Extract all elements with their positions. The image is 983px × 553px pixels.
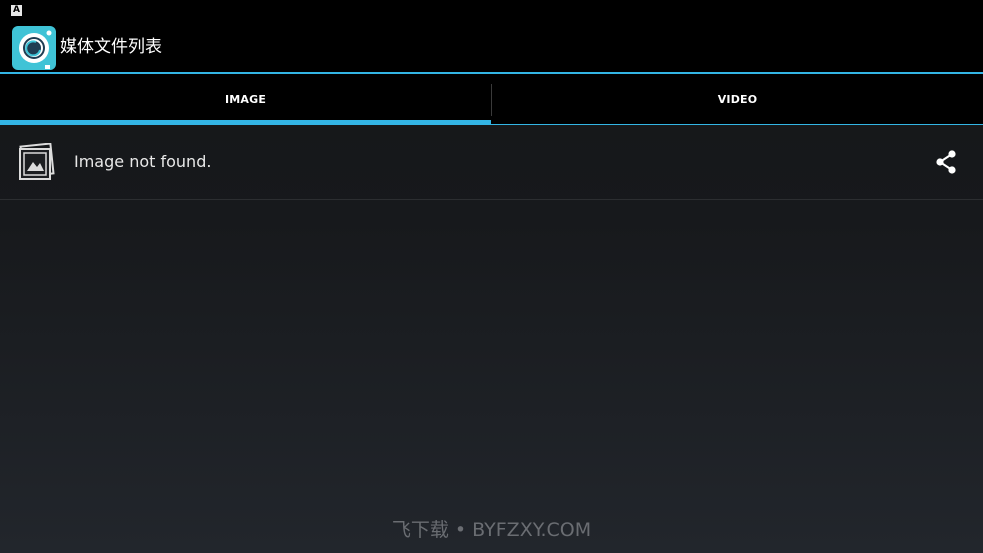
app-screen: A 媒体文件列表 IMAGE VIDEO Image not found. 飞下… xyxy=(0,0,983,553)
tab-video[interactable]: VIDEO xyxy=(492,74,983,125)
app-title: 媒体文件列表 xyxy=(60,37,162,57)
tab-image-label: IMAGE xyxy=(224,93,267,106)
notification-a-icon: A xyxy=(11,5,22,16)
tab-bar: IMAGE VIDEO xyxy=(0,74,983,125)
share-icon[interactable] xyxy=(933,149,959,175)
status-bar: A xyxy=(0,0,983,22)
list-item[interactable]: Image not found. xyxy=(0,125,983,200)
camera-app-icon[interactable] xyxy=(12,26,56,70)
tab-image[interactable]: IMAGE xyxy=(0,74,491,125)
list-item-label: Image not found. xyxy=(74,152,212,171)
tab-video-label: VIDEO xyxy=(717,93,758,106)
watermark-text: 飞下载 • BYFZXY.COM xyxy=(391,519,592,541)
image-placeholder-icon xyxy=(18,142,56,181)
action-bar: 媒体文件列表 xyxy=(0,22,983,74)
